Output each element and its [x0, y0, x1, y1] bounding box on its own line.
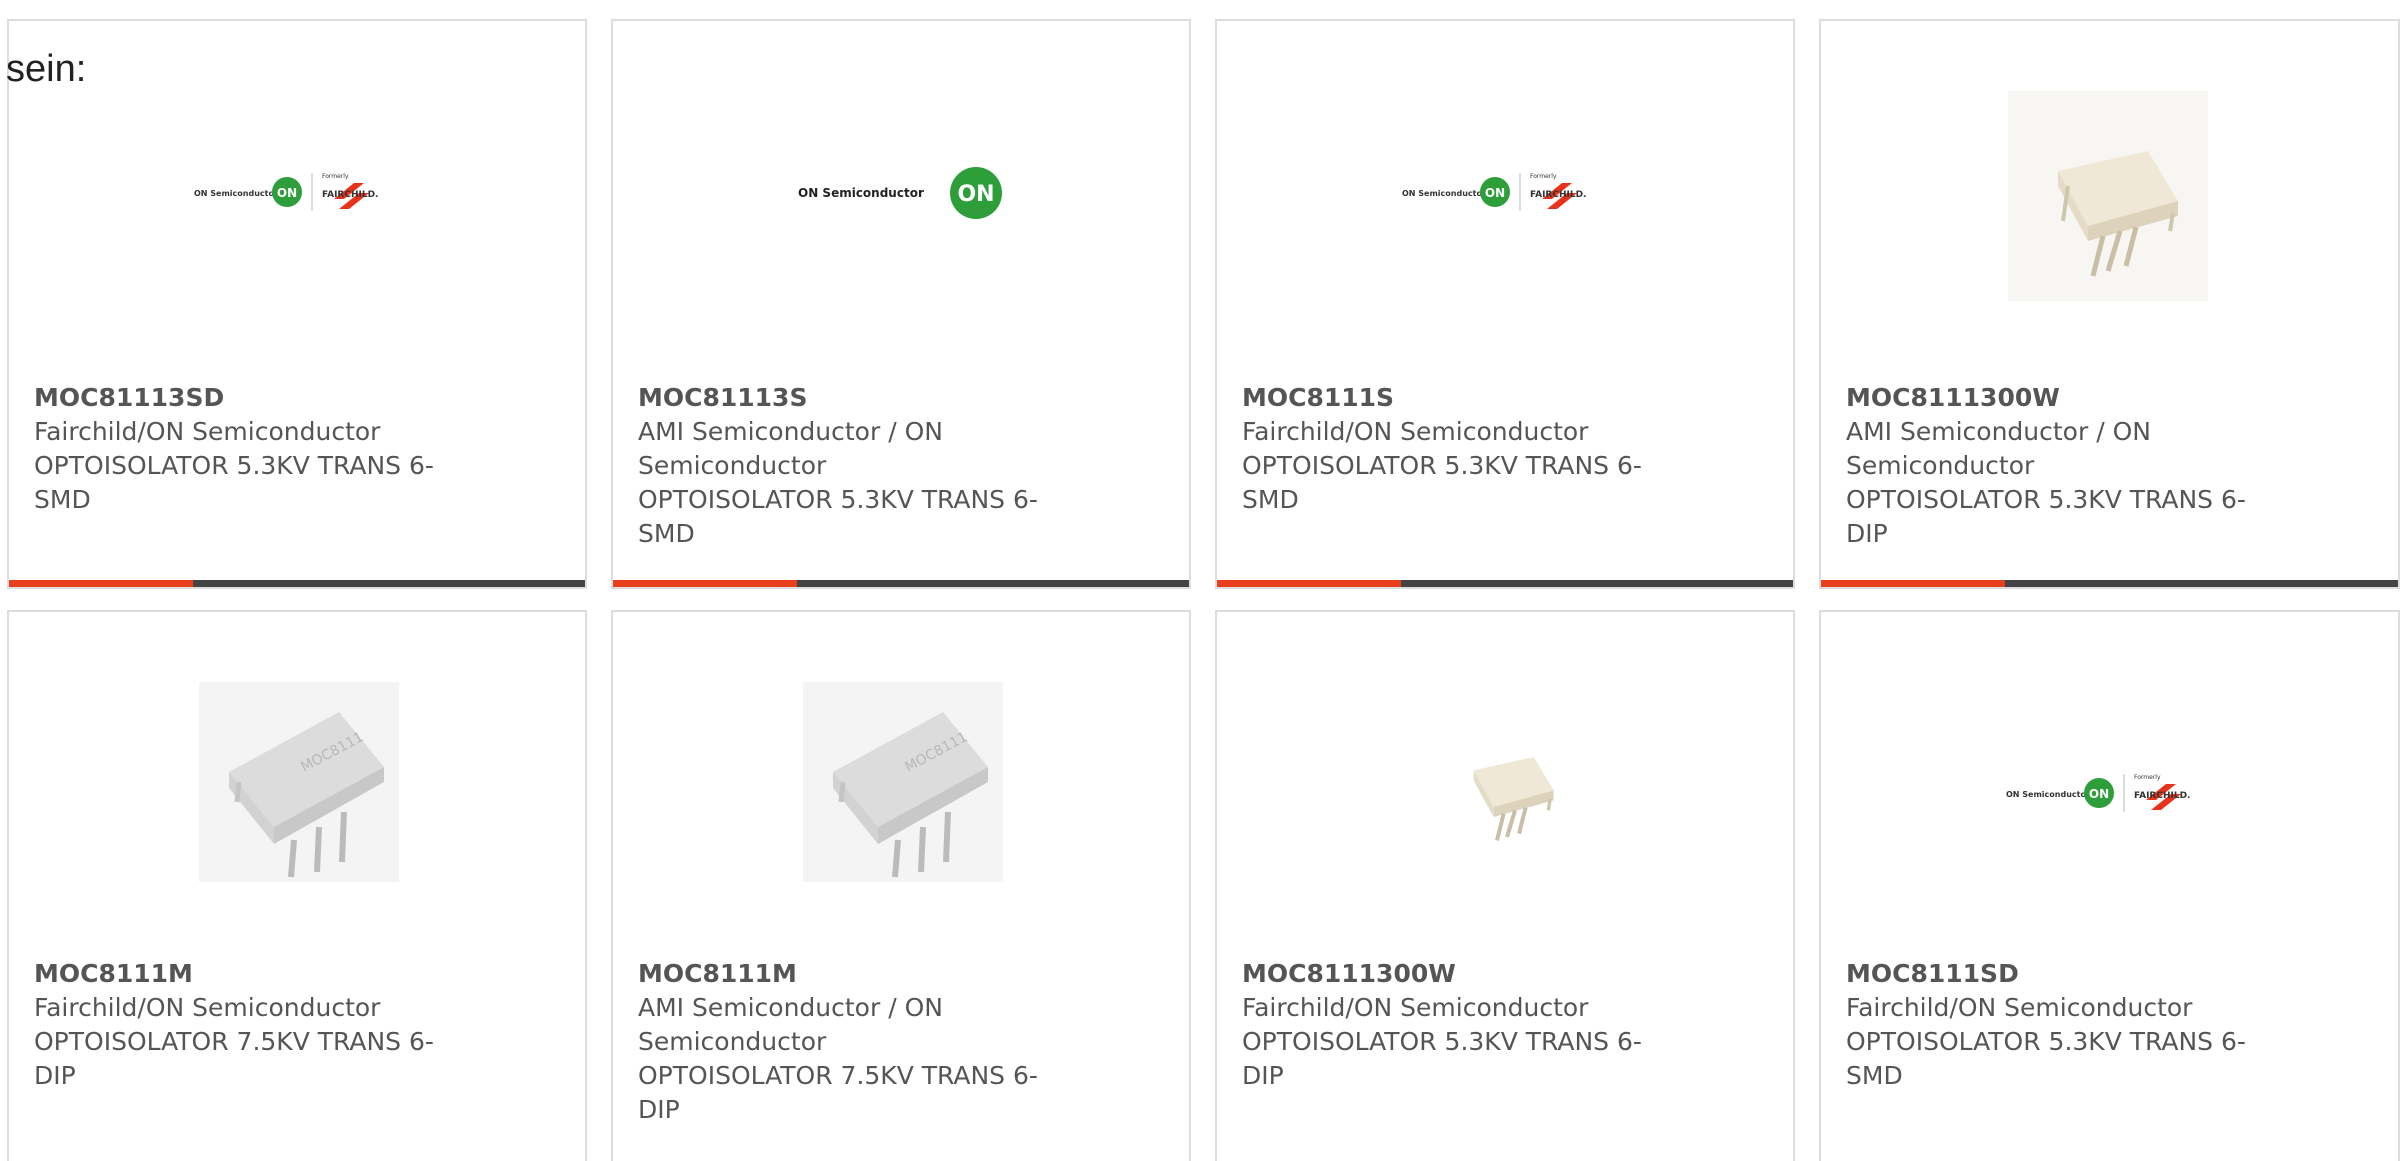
- fairchild-text: FAIRCHILD.: [1530, 190, 1586, 200]
- manufacturer: Fairchild/ON Semiconductor: [1242, 417, 1589, 446]
- product-card[interactable]: ON Semiconductor ON Formerly FAIRCHILD. …: [1215, 19, 1795, 589]
- grey-dip-package-image: MOC8111: [199, 682, 399, 882]
- on-logo-text: ON: [957, 182, 994, 207]
- description: OPTOISOLATOR 5.3KV TRANS 6-: [1846, 1027, 2246, 1056]
- part-number[interactable]: MOC8111300W: [1242, 957, 1672, 991]
- manufacturer: Fairchild/ON Semiconductor: [1242, 993, 1589, 1022]
- product-card[interactable]: MOC8111 MOC8111M AMI Semiconductor / ON …: [611, 610, 1191, 1161]
- on-fairchild-logo: ON Semiconductor ON Formerly FAIRCHILD.: [1402, 173, 1586, 211]
- description: OPTOISOLATOR 5.3KV TRANS 6-: [638, 485, 1038, 514]
- part-number[interactable]: MOC8111M: [34, 957, 464, 991]
- logo-text: ON Semiconductor: [798, 186, 924, 200]
- manufacturer: AMI Semiconductor / ON: [638, 417, 943, 446]
- on-fairchild-logo: ON Semiconductor ON Formerly FAIRCHILD.: [2006, 774, 2190, 812]
- description: OPTOISOLATOR 7.5KV TRANS 6-: [638, 1061, 1038, 1090]
- product-card[interactable]: ON Semiconductor ON Formerly FAIRCHILD. …: [7, 19, 587, 589]
- manufacturer: AMI Semiconductor / ON: [1846, 417, 2151, 446]
- product-card[interactable]: MOC8111300W AMI Semiconductor / ON Semic…: [1819, 19, 2400, 589]
- on-logo-text: ON: [1485, 186, 1505, 200]
- card-bar: [1821, 580, 2398, 587]
- card-bar: [9, 580, 585, 587]
- formerly-text: Formerly: [1530, 173, 1557, 180]
- on-logo-text: ON: [2089, 787, 2109, 801]
- part-number[interactable]: MOC8111M: [638, 957, 1068, 991]
- manufacturer: Fairchild/ON Semiconductor: [34, 417, 381, 446]
- part-number[interactable]: MOC81113S: [638, 381, 1068, 415]
- description: DIP: [638, 1095, 680, 1124]
- description: DIP: [1846, 519, 1888, 548]
- description: SMD: [1242, 485, 1299, 514]
- grey-dip-package-image: MOC8111: [803, 682, 1003, 882]
- description: OPTOISOLATOR 7.5KV TRANS 6-: [34, 1027, 434, 1056]
- card-bar: [1217, 580, 1793, 587]
- logo-text: ON Semiconductor: [194, 189, 278, 198]
- description: SMD: [638, 519, 695, 548]
- description: OPTOISOLATOR 5.3KV TRANS 6-: [34, 451, 434, 480]
- description: OPTOISOLATOR 5.3KV TRANS 6-: [1242, 451, 1642, 480]
- manufacturer: Fairchild/ON Semiconductor: [1846, 993, 2193, 1022]
- beige-dip-package-image: [2008, 91, 2208, 301]
- product-card[interactable]: MOC8111 MOC8111M Fairchild/ON Semiconduc…: [7, 610, 587, 1161]
- part-number[interactable]: MOC8111300W: [1846, 381, 2276, 415]
- manufacturer: Semiconductor: [638, 1027, 827, 1056]
- description: DIP: [34, 1061, 76, 1090]
- description: SMD: [34, 485, 91, 514]
- product-grid-page: ON Semiconductor ON Formerly FAIRCHILD. …: [0, 0, 2400, 1161]
- on-logo-text: ON: [277, 186, 297, 200]
- manufacturer: Fairchild/ON Semiconductor: [34, 993, 381, 1022]
- manufacturer: AMI Semiconductor / ON: [638, 993, 943, 1022]
- description: SMD: [1846, 1061, 1903, 1090]
- product-card[interactable]: ON Semiconductor ON Formerly FAIRCHILD. …: [1819, 610, 2400, 1161]
- part-number[interactable]: MOC8111SD: [1846, 957, 2276, 991]
- card-bar: [613, 580, 1189, 587]
- manufacturer: Semiconductor: [1846, 451, 2035, 480]
- product-card[interactable]: ON Semiconductor ON MOC81113S AMI Semico…: [611, 19, 1191, 589]
- beige-dip-package-image: [1440, 717, 1574, 857]
- formerly-text: Formerly: [322, 173, 349, 180]
- logo-text: ON Semiconductor: [1402, 189, 1486, 198]
- on-semiconductor-logo: ON Semiconductor ON: [798, 167, 1002, 219]
- part-number[interactable]: MOC81113SD: [34, 381, 464, 415]
- fairchild-text: FAIRCHILD.: [2134, 791, 2190, 801]
- leading-text: sein:: [6, 48, 87, 90]
- fairchild-text: FAIRCHILD.: [322, 190, 378, 200]
- description: OPTOISOLATOR 5.3KV TRANS 6-: [1846, 485, 2246, 514]
- description: DIP: [1242, 1061, 1284, 1090]
- on-fairchild-logo: ON Semiconductor ON Formerly FAIRCHILD.: [194, 173, 378, 211]
- description: OPTOISOLATOR 5.3KV TRANS 6-: [1242, 1027, 1642, 1056]
- formerly-text: Formerly: [2134, 774, 2161, 781]
- logo-text: ON Semiconductor: [2006, 790, 2090, 799]
- manufacturer: Semiconductor: [638, 451, 827, 480]
- product-card[interactable]: MOC8111300W Fairchild/ON Semiconductor O…: [1215, 610, 1795, 1161]
- part-number[interactable]: MOC8111S: [1242, 381, 1672, 415]
